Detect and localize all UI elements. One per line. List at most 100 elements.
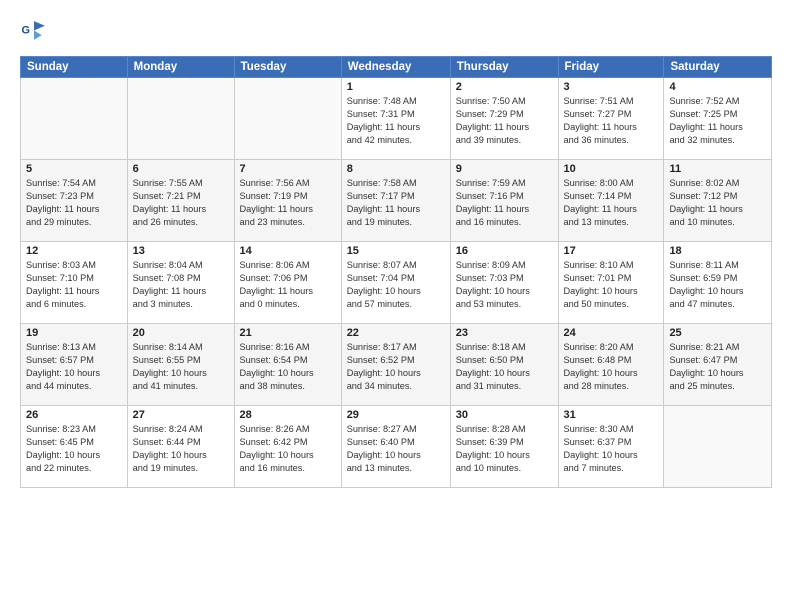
day-number: 20 <box>133 327 229 339</box>
day-number: 10 <box>564 163 659 175</box>
day-number: 16 <box>456 245 553 257</box>
day-info: Sunrise: 7:54 AMSunset: 7:23 PMDaylight:… <box>26 177 122 229</box>
day-number: 15 <box>347 245 445 257</box>
calendar-cell <box>21 78 128 160</box>
day-info: Sunrise: 7:59 AMSunset: 7:16 PMDaylight:… <box>456 177 553 229</box>
week-row-4: 19Sunrise: 8:13 AMSunset: 6:57 PMDayligh… <box>21 324 772 406</box>
day-info: Sunrise: 8:13 AMSunset: 6:57 PMDaylight:… <box>26 341 122 393</box>
day-info: Sunrise: 8:10 AMSunset: 7:01 PMDaylight:… <box>564 259 659 311</box>
day-info: Sunrise: 7:58 AMSunset: 7:17 PMDaylight:… <box>347 177 445 229</box>
week-row-5: 26 Sunrise: 8:23 AMSunset: 6:45 PMDayligh… <box>21 406 772 488</box>
calendar-cell: 16 Sunrise: 8:09 AMSunset: 7:03 PMDayligh… <box>450 242 558 324</box>
weekday-header-thursday: Thursday <box>450 57 558 78</box>
day-number: 29 <box>347 409 445 421</box>
day-info: Sunrise: 8:14 AMSunset: 6:55 PMDaylight:… <box>133 341 229 393</box>
calendar-cell: 2Sunrise: 7:50 AMSunset: 7:29 PMDaylight… <box>450 78 558 160</box>
day-number: 11 <box>669 163 766 175</box>
calendar-cell: 30 Sunrise: 8:28 AMSunset: 6:39 PMDayligh… <box>450 406 558 488</box>
calendar-cell: 26 Sunrise: 8:23 AMSunset: 6:45 PMDayligh… <box>21 406 128 488</box>
day-info: Sunrise: 8:02 AMSunset: 7:12 PMDaylight:… <box>669 177 766 229</box>
calendar-cell: 19Sunrise: 8:13 AMSunset: 6:57 PMDayligh… <box>21 324 128 406</box>
svg-text:G: G <box>22 25 30 37</box>
day-info: Sunrise: 8:26 AMSunset: 6:42 PMDaylight:… <box>240 423 336 475</box>
day-number: 3 <box>564 81 659 93</box>
calendar-cell: 11 Sunrise: 8:02 AMSunset: 7:12 PMDayligh… <box>664 160 772 242</box>
calendar-cell: 15 Sunrise: 8:07 AMSunset: 7:04 PMDayligh… <box>341 242 450 324</box>
day-info: Sunrise: 7:52 AMSunset: 7:25 PMDaylight:… <box>669 95 766 147</box>
calendar-cell: 6 Sunrise: 7:55 AMSunset: 7:21 PMDaylight… <box>127 160 234 242</box>
week-row-1: 1Sunrise: 7:48 AMSunset: 7:31 PMDaylight… <box>21 78 772 160</box>
day-number: 4 <box>669 81 766 93</box>
calendar-cell: 1Sunrise: 7:48 AMSunset: 7:31 PMDaylight… <box>341 78 450 160</box>
day-number: 1 <box>347 81 445 93</box>
day-number: 24 <box>564 327 659 339</box>
day-info: Sunrise: 8:07 AMSunset: 7:04 PMDaylight:… <box>347 259 445 311</box>
day-info: Sunrise: 8:23 AMSunset: 6:45 PMDaylight:… <box>26 423 122 475</box>
calendar-cell: 22 Sunrise: 8:17 AMSunset: 6:52 PMDayligh… <box>341 324 450 406</box>
calendar-cell: 13 Sunrise: 8:04 AMSunset: 7:08 PMDayligh… <box>127 242 234 324</box>
calendar-cell: 10 Sunrise: 8:00 AMSunset: 7:14 PMDayligh… <box>558 160 664 242</box>
day-info: Sunrise: 8:28 AMSunset: 6:39 PMDaylight:… <box>456 423 553 475</box>
calendar-cell <box>664 406 772 488</box>
day-info: Sunrise: 8:20 AMSunset: 6:48 PMDaylight:… <box>564 341 659 393</box>
logo: G <box>20 18 52 46</box>
calendar-cell: 7Sunrise: 7:56 AMSunset: 7:19 PMDaylight… <box>234 160 341 242</box>
weekday-header-friday: Friday <box>558 57 664 78</box>
day-number: 28 <box>240 409 336 421</box>
day-info: Sunrise: 8:00 AMSunset: 7:14 PMDaylight:… <box>564 177 659 229</box>
calendar-cell: 23Sunrise: 8:18 AMSunset: 6:50 PMDayligh… <box>450 324 558 406</box>
day-number: 7 <box>240 163 336 175</box>
day-number: 21 <box>240 327 336 339</box>
day-number: 30 <box>456 409 553 421</box>
day-info: Sunrise: 8:04 AMSunset: 7:08 PMDaylight:… <box>133 259 229 311</box>
calendar-cell: 3 Sunrise: 7:51 AMSunset: 7:27 PMDaylight… <box>558 78 664 160</box>
day-number: 14 <box>240 245 336 257</box>
day-info: Sunrise: 8:30 AMSunset: 6:37 PMDaylight:… <box>564 423 659 475</box>
weekday-header-wednesday: Wednesday <box>341 57 450 78</box>
day-number: 8 <box>347 163 445 175</box>
weekday-header-tuesday: Tuesday <box>234 57 341 78</box>
calendar-cell: 20 Sunrise: 8:14 AMSunset: 6:55 PMDayligh… <box>127 324 234 406</box>
calendar-cell: 31Sunrise: 8:30 AMSunset: 6:37 PMDayligh… <box>558 406 664 488</box>
weekday-header-row: SundayMondayTuesdayWednesdayThursdayFrid… <box>21 57 772 78</box>
calendar-cell: 18 Sunrise: 8:11 AMSunset: 6:59 PMDayligh… <box>664 242 772 324</box>
day-info: Sunrise: 8:16 AMSunset: 6:54 PMDaylight:… <box>240 341 336 393</box>
day-info: Sunrise: 8:18 AMSunset: 6:50 PMDaylight:… <box>456 341 553 393</box>
calendar-cell: 5Sunrise: 7:54 AMSunset: 7:23 PMDaylight… <box>21 160 128 242</box>
calendar-cell <box>234 78 341 160</box>
day-info: Sunrise: 7:51 AMSunset: 7:27 PMDaylight:… <box>564 95 659 147</box>
header: G <box>20 18 772 46</box>
day-info: Sunrise: 8:24 AMSunset: 6:44 PMDaylight:… <box>133 423 229 475</box>
day-number: 27 <box>133 409 229 421</box>
day-number: 22 <box>347 327 445 339</box>
day-number: 12 <box>26 245 122 257</box>
day-info: Sunrise: 7:55 AMSunset: 7:21 PMDaylight:… <box>133 177 229 229</box>
day-info: Sunrise: 8:21 AMSunset: 6:47 PMDaylight:… <box>669 341 766 393</box>
day-info: Sunrise: 8:27 AMSunset: 6:40 PMDaylight:… <box>347 423 445 475</box>
day-number: 6 <box>133 163 229 175</box>
calendar-cell: 27 Sunrise: 8:24 AMSunset: 6:44 PMDayligh… <box>127 406 234 488</box>
day-info: Sunrise: 8:11 AMSunset: 6:59 PMDaylight:… <box>669 259 766 311</box>
page: G SundayMondayTuesdayWednesdayThursdayFr… <box>0 0 792 612</box>
calendar-cell: 14Sunrise: 8:06 AMSunset: 7:06 PMDayligh… <box>234 242 341 324</box>
calendar-table: SundayMondayTuesdayWednesdayThursdayFrid… <box>20 56 772 488</box>
calendar-cell: 12Sunrise: 8:03 AMSunset: 7:10 PMDayligh… <box>21 242 128 324</box>
calendar-cell: 4 Sunrise: 7:52 AMSunset: 7:25 PMDaylight… <box>664 78 772 160</box>
calendar-cell: 17Sunrise: 8:10 AMSunset: 7:01 PMDayligh… <box>558 242 664 324</box>
day-number: 18 <box>669 245 766 257</box>
calendar-cell <box>127 78 234 160</box>
day-number: 25 <box>669 327 766 339</box>
week-row-2: 5Sunrise: 7:54 AMSunset: 7:23 PMDaylight… <box>21 160 772 242</box>
day-info: Sunrise: 8:17 AMSunset: 6:52 PMDaylight:… <box>347 341 445 393</box>
day-info: Sunrise: 7:50 AMSunset: 7:29 PMDaylight:… <box>456 95 553 147</box>
calendar-cell: 29 Sunrise: 8:27 AMSunset: 6:40 PMDayligh… <box>341 406 450 488</box>
calendar-cell: 24 Sunrise: 8:20 AMSunset: 6:48 PMDayligh… <box>558 324 664 406</box>
calendar-cell: 25 Sunrise: 8:21 AMSunset: 6:47 PMDayligh… <box>664 324 772 406</box>
calendar-cell: 8 Sunrise: 7:58 AMSunset: 7:17 PMDaylight… <box>341 160 450 242</box>
day-info: Sunrise: 8:09 AMSunset: 7:03 PMDaylight:… <box>456 259 553 311</box>
week-row-3: 12Sunrise: 8:03 AMSunset: 7:10 PMDayligh… <box>21 242 772 324</box>
day-number: 26 <box>26 409 122 421</box>
calendar-cell: 28 Sunrise: 8:26 AMSunset: 6:42 PMDayligh… <box>234 406 341 488</box>
day-number: 13 <box>133 245 229 257</box>
logo-icon: G <box>20 18 48 46</box>
